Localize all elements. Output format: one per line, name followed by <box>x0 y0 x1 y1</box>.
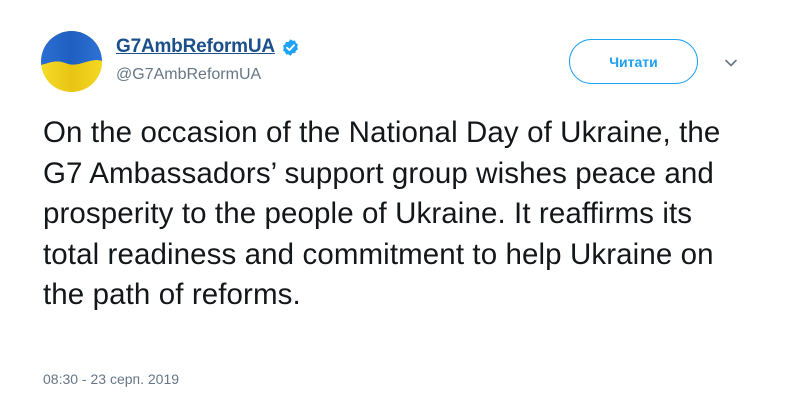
ukraine-flag-avatar-icon <box>41 31 102 92</box>
avatar[interactable] <box>41 31 102 92</box>
author-name-row: G7AmbReformUA <box>116 36 300 58</box>
display-name[interactable]: G7AmbReformUA <box>116 36 275 58</box>
chevron-down-icon[interactable] <box>722 56 740 70</box>
tweet-card: G7AmbReformUA @G7AmbReformUA Читати On t… <box>0 0 787 405</box>
author-handle[interactable]: @G7AmbReformUA <box>116 66 261 84</box>
verified-badge-icon <box>281 38 300 57</box>
tweet-timestamp[interactable]: 08:30 - 23 серп. 2019 <box>43 371 179 387</box>
tweet-text: On the occasion of the National Day of U… <box>43 116 721 311</box>
follow-button[interactable]: Читати <box>569 39 698 84</box>
